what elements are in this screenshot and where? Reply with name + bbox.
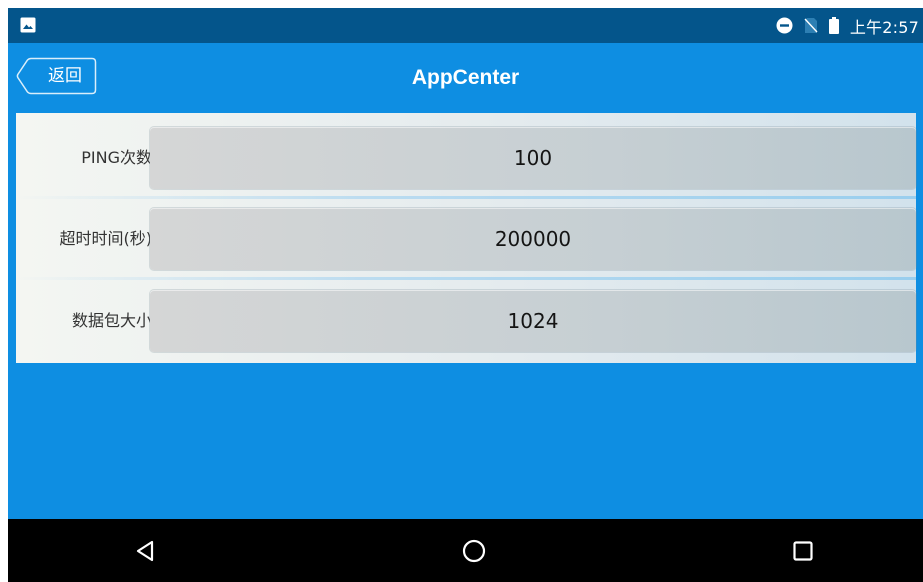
timeout-field[interactable]: 200000 xyxy=(150,208,916,270)
packet-size-field[interactable]: 1024 xyxy=(150,290,916,352)
status-bar: 上午2:57 xyxy=(8,8,923,43)
home-icon xyxy=(462,539,486,562)
battery-icon xyxy=(828,17,839,34)
status-icons: 上午2:57 xyxy=(776,8,919,43)
image-notification-icon xyxy=(20,17,36,33)
packet-size-label: 数据包大小 xyxy=(71,311,152,330)
timeout-row: 超时时间(秒) 200000 xyxy=(16,206,916,272)
packet-size-row: 数据包大小 1024 xyxy=(16,288,916,354)
nav-recents-button[interactable] xyxy=(768,519,838,582)
device-screen: 上午2:57 AppCenter 返回 PING次数 100 超时时间(秒) 2… xyxy=(8,8,923,582)
timeout-label: 超时时间(秒) xyxy=(59,229,153,248)
back-icon xyxy=(136,540,154,561)
row-divider xyxy=(16,196,916,199)
no-sim-icon xyxy=(804,18,818,33)
nav-back-button[interactable] xyxy=(110,519,180,582)
nav-home-button[interactable] xyxy=(439,519,509,582)
navigation-bar xyxy=(8,519,923,582)
status-time: 上午2:57 xyxy=(849,17,919,37)
back-button-label: 返回 xyxy=(48,66,82,86)
ping-count-label: PING次数 xyxy=(81,148,152,167)
page-title: AppCenter xyxy=(411,66,520,89)
do-not-disturb-icon xyxy=(776,17,793,34)
title-bar: AppCenter 返回 xyxy=(8,43,923,113)
ping-settings-form: PING次数 100 超时时间(秒) 200000 数据包大小 1024 xyxy=(16,113,916,363)
ping-count-row: PING次数 100 xyxy=(16,125,916,191)
recents-icon xyxy=(793,540,813,561)
ping-count-field[interactable]: 100 xyxy=(150,127,916,189)
back-button[interactable]: 返回 xyxy=(16,57,97,95)
row-divider xyxy=(16,277,916,280)
